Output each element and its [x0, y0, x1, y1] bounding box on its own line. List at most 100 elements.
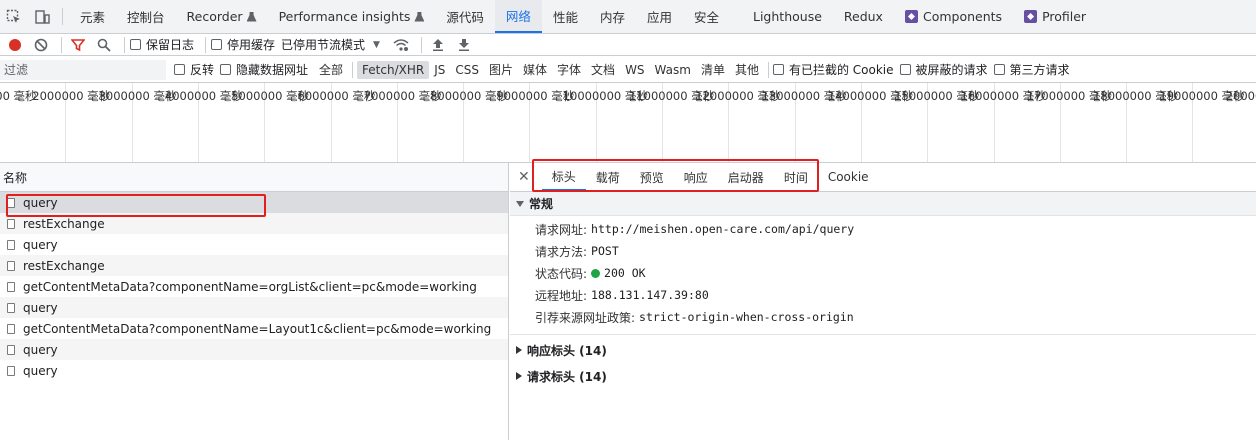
tab-label: 内存 — [599, 10, 625, 25]
tab-application[interactable]: 应用 — [636, 0, 683, 33]
invert-checkbox[interactable]: 反转 — [174, 61, 214, 78]
third-party-checkbox[interactable]: 第三方请求 — [993, 61, 1070, 78]
tab-timing[interactable]: 时间 — [774, 163, 818, 191]
request-row[interactable]: query — [0, 360, 508, 381]
general-value: POST — [591, 244, 619, 258]
tab-memory[interactable]: 内存 — [589, 0, 636, 33]
checkbox-box[interactable] — [130, 39, 141, 50]
filter-type-css[interactable]: CSS — [450, 61, 484, 79]
filter-toggle-button[interactable] — [67, 35, 89, 55]
request-rows: query restExchange query restExchange getCon… — [0, 192, 508, 381]
tab-profiler[interactable]: Profiler — [1013, 0, 1097, 33]
tab-cookies[interactable]: Cookie — [818, 163, 879, 191]
tab-label: 载荷 — [595, 170, 620, 185]
tab-redux[interactable]: Redux — [833, 0, 894, 33]
filter-type-js[interactable]: JS — [429, 61, 450, 79]
tab-recorder[interactable]: Recorder — [176, 0, 268, 33]
tab-elements[interactable]: 元素 — [69, 0, 116, 33]
filter-type-doc[interactable]: 文档 — [586, 59, 620, 80]
preserve-log-checkbox[interactable]: 保留日志 — [130, 36, 194, 53]
request-row[interactable]: query — [0, 192, 508, 213]
record-button[interactable] — [4, 35, 26, 55]
filter-type-other[interactable]: 其他 — [730, 59, 764, 80]
request-name: query — [23, 363, 58, 378]
throttling-select[interactable]: 已停用节流模式 — [281, 36, 365, 53]
filter-type-all[interactable]: 全部 — [314, 59, 348, 80]
blocked-requests-checkbox[interactable]: 被屏蔽的请求 — [899, 61, 988, 78]
network-conditions-button[interactable] — [390, 35, 412, 55]
tab-label: 标头 — [551, 169, 576, 184]
tab-lighthouse[interactable]: Lighthouse — [742, 0, 833, 33]
search-button[interactable] — [93, 35, 115, 55]
devtools-tab-bar: 元素 控制台 Recorder Performance insights 源代码… — [0, 0, 1256, 34]
checkbox-box[interactable] — [899, 64, 911, 75]
checkbox-box[interactable] — [220, 64, 232, 75]
tab-sources[interactable]: 源代码 — [435, 0, 495, 33]
tab-initiator[interactable]: 启动器 — [718, 163, 774, 191]
general-section-header[interactable]: 常规 — [510, 192, 1256, 216]
tab-response[interactable]: 响应 — [674, 163, 718, 191]
tab-preview[interactable]: 预览 — [630, 163, 674, 191]
request-name: query — [23, 342, 58, 357]
clear-button[interactable] — [30, 35, 52, 55]
document-icon — [7, 239, 15, 250]
name-column-header[interactable]: 名称 — [0, 163, 508, 192]
tab-console[interactable]: 控制台 — [116, 0, 176, 33]
request-row[interactable]: query — [0, 297, 508, 318]
response-headers-header[interactable]: 响应标头 (14) — [510, 337, 1256, 363]
request-row[interactable]: query — [0, 234, 508, 255]
chevron-down-icon[interactable]: ▼ — [373, 40, 380, 50]
device-toolbar-icon[interactable] — [28, 0, 56, 33]
general-value: 188.131.147.39:80 — [591, 288, 709, 302]
collapse-triangle-icon — [516, 346, 522, 354]
general-key: 引荐来源网址政策: — [535, 310, 636, 325]
request-row[interactable]: getContentMetaData?componentName=Layout1… — [0, 318, 508, 339]
request-row[interactable]: restExchange — [0, 213, 508, 234]
filter-input[interactable] — [0, 59, 166, 80]
import-har-button[interactable] — [427, 35, 449, 55]
filter-type-media[interactable]: 媒体 — [518, 59, 552, 80]
tab-label: 预览 — [639, 170, 664, 185]
tab-label: 性能 — [552, 10, 578, 25]
request-headers-header[interactable]: 请求标头 (14) — [510, 363, 1256, 389]
tab-payload[interactable]: 载荷 — [586, 163, 630, 191]
tab-components[interactable]: Components — [894, 0, 1013, 33]
tab-label: 元素 — [80, 10, 106, 25]
checkbox-box[interactable] — [211, 39, 223, 50]
network-overview-timeline[interactable]: 000000 毫秒2000000 毫秒3000000 毫秒4000000 毫秒5… — [0, 83, 1256, 163]
disable-cache-checkbox[interactable]: 停用缓存 — [211, 36, 275, 53]
inspect-element-icon[interactable] — [0, 0, 28, 33]
filter-type-fetch-xhr[interactable]: Fetch/XHR — [357, 60, 430, 79]
blocked-cookies-label: 有已拦截的 Cookie — [788, 63, 894, 77]
tab-performance-insights[interactable]: Performance insights — [268, 0, 436, 33]
checkbox-box[interactable] — [993, 64, 1005, 75]
filter-type-wasm[interactable]: Wasm — [650, 61, 696, 79]
tab-performance[interactable]: 性能 — [542, 0, 589, 33]
filter-type-manifest[interactable]: 清单 — [696, 59, 730, 80]
general-section-title: 常规 — [529, 197, 554, 211]
checkbox-box[interactable] — [174, 64, 185, 75]
checkbox-box[interactable] — [772, 64, 784, 75]
request-list: 名称 query restExchange query restExchange get… — [0, 163, 509, 440]
close-icon[interactable]: ✕ — [518, 169, 530, 185]
general-key: 远程地址: — [535, 288, 588, 303]
request-row[interactable]: getContentMetaData?componentName=orgList… — [0, 276, 508, 297]
filter-type-ws[interactable]: WS — [620, 61, 649, 79]
expand-triangle-icon — [516, 200, 524, 207]
divider — [61, 36, 62, 53]
hide-data-urls-checkbox[interactable]: 隐藏数据网址 — [220, 61, 308, 78]
request-row[interactable]: restExchange — [0, 255, 508, 276]
general-row-request-url: 请求网址: http://meishen.open-care.com/api/qu… — [510, 218, 1256, 240]
export-har-button[interactable] — [453, 35, 475, 55]
document-icon — [7, 197, 15, 208]
tab-headers[interactable]: 标头 — [541, 163, 586, 191]
filter-type-font[interactable]: 字体 — [552, 59, 586, 80]
tab-label: 安全 — [693, 10, 719, 25]
blocked-cookies-checkbox[interactable]: 有已拦截的 Cookie — [772, 61, 894, 78]
experimental-flask-icon — [414, 11, 425, 22]
tab-network[interactable]: 网络 — [494, 0, 542, 33]
request-row[interactable]: query — [0, 339, 508, 360]
tab-security[interactable]: 安全 — [683, 0, 730, 33]
filter-type-img[interactable]: 图片 — [484, 59, 518, 80]
document-icon — [7, 281, 15, 292]
